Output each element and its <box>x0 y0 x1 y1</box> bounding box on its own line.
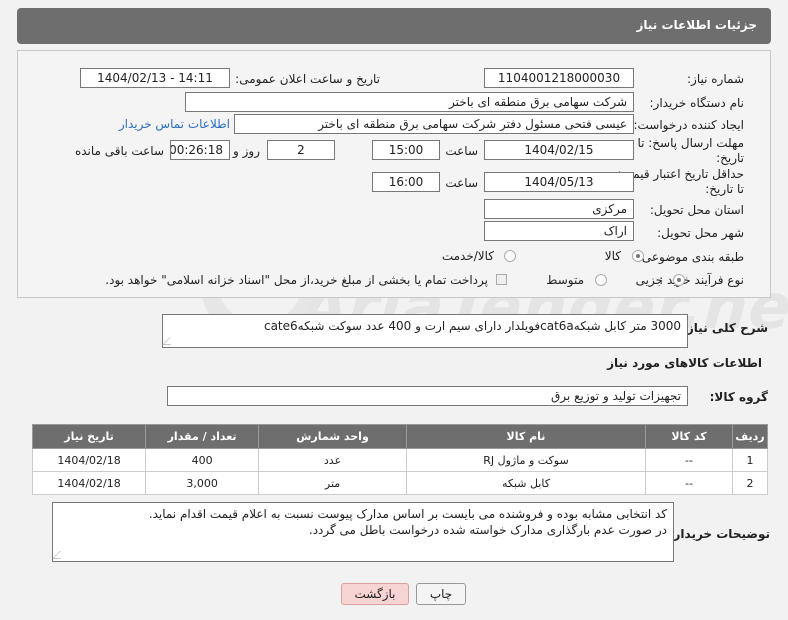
city-label: شهر محل تحویل: <box>657 226 744 240</box>
column-header: واحد شمارش <box>258 424 407 449</box>
table-cell: 2 <box>731 471 769 495</box>
payment-note: پرداخت تمام یا بخشی از مبلغ خرید،از محل … <box>105 273 488 287</box>
need-number-label: شماره نیاز: <box>687 72 744 86</box>
price-time-field: 16:00 <box>372 172 440 192</box>
summary-textarea: 3000 متر کابل شبکهcat6aفویلدار دارای سیم… <box>162 314 688 348</box>
category-radio-goods-service[interactable] <box>504 250 516 262</box>
summary-text: 3000 متر کابل شبکهcat6aفویلدار دارای سیم… <box>263 319 681 333</box>
process-radio-minor[interactable] <box>673 274 685 286</box>
resize-handle-icon[interactable] <box>52 551 68 559</box>
creator-label: ایجاد کننده درخواست: <box>633 118 744 132</box>
summary-label: شرح کلی نیاز: <box>682 321 768 335</box>
table-row: 1 -- سوکت و ماژول RJ عدد 400 1404/02/18 <box>31 448 769 472</box>
category-option-goods-service: کالا/خدمت <box>441 249 494 263</box>
column-header: تاریخ نیاز <box>31 424 147 449</box>
city-field: اراک <box>484 221 634 241</box>
buyer-org-label: نام دستگاه خریدار: <box>649 96 745 110</box>
table-cell: متر <box>258 471 407 495</box>
buyer-notes-textarea: کد انتخابی مشابه بوده و فروشنده می بایست… <box>52 502 674 562</box>
column-header: تعداد / مقدار <box>145 424 260 449</box>
table-cell: 1 <box>731 448 769 472</box>
reply-deadline-label: مهلت ارسال پاسخ: تا تاریخ: <box>637 136 744 165</box>
category-label: طبقه بندی موضوعی: <box>637 250 744 264</box>
remaining-label: ساعت باقی مانده <box>74 144 164 158</box>
category-radio-goods[interactable] <box>632 250 644 262</box>
column-header: کد کالا <box>645 424 733 449</box>
process-option-minor: جزیی <box>635 273 663 287</box>
resize-handle-icon[interactable] <box>162 337 178 345</box>
column-header: ردیف <box>731 424 769 449</box>
reply-time-field: 15:00 <box>372 140 440 160</box>
process-radio-medium[interactable] <box>595 274 607 286</box>
column-header: نام کالا <box>405 424 647 449</box>
price-date-field: 1404/05/13 <box>484 172 634 192</box>
process-option-medium: متوسط <box>546 273 584 287</box>
buyer-notes-label: توضیحات خریدار: <box>668 527 770 541</box>
goods-group-field: تجهیزات تولید و توزیع برق <box>167 386 688 406</box>
table-cell: 1404/02/18 <box>31 471 147 495</box>
buyer-contact-link[interactable]: اطلاعات تماس خریدار <box>119 117 230 131</box>
category-option-goods: کالا <box>604 249 621 263</box>
page-header: جزئیات اطلاعات نیاز <box>17 8 771 44</box>
remaining-days-field: 2 <box>267 140 335 160</box>
payment-checkbox[interactable] <box>496 274 507 285</box>
announce-label: تاریخ و ساعت اعلان عمومی: <box>235 72 380 86</box>
buyer-notes-line-1: کد انتخابی مشابه بوده و فروشنده می بایست… <box>148 507 667 521</box>
table-cell: کابل شبکه <box>405 471 647 495</box>
goods-section-title: اطلاعات کالاهای مورد نیاز <box>607 356 762 370</box>
remaining-time-field: 00:26:18 <box>170 140 230 160</box>
table-cell: عدد <box>258 448 407 472</box>
process-label: نوع فرآیند خرید : <box>659 273 744 287</box>
table-header-row: ردیف کد کالا نام کالا واحد شمارش تعداد /… <box>31 424 769 449</box>
buyer-org-field: شرکت سهامی برق منطقه ای باختر <box>185 92 634 112</box>
price-time-label: ساعت <box>445 176 478 190</box>
goods-group-label: گروه کالا: <box>709 390 768 404</box>
table-row: 2 -- کابل شبکه متر 3,000 1404/02/18 <box>31 471 769 495</box>
province-label: استان محل تحویل: <box>649 203 744 217</box>
buyer-notes-line-2: در صورت عدم بارگذاری مدارک خواسته شده در… <box>308 523 667 537</box>
table-cell: -- <box>645 448 733 472</box>
province-field: مرکزی <box>484 199 634 219</box>
page-title: جزئیات اطلاعات نیاز <box>636 18 757 32</box>
reply-time-label: ساعت <box>445 144 478 158</box>
creator-field: عیسی فتحی مسئول دفتر شرکت سهامی برق منطق… <box>234 114 634 134</box>
table-cell: 3,000 <box>145 471 260 495</box>
table-cell: -- <box>645 471 733 495</box>
goods-table: ردیف کد کالا نام کالا واحد شمارش تعداد /… <box>31 424 769 495</box>
days-label: روز و <box>233 144 260 158</box>
table-cell: 1404/02/18 <box>31 448 147 472</box>
reply-date-field: 1404/02/15 <box>484 140 634 160</box>
table-cell: 400 <box>145 448 260 472</box>
print-button[interactable]: چاپ <box>416 583 466 605</box>
announce-field: 1404/02/13 - 14:11 <box>80 68 230 88</box>
need-number-field: 1104001218000030 <box>484 68 634 88</box>
table-cell: سوکت و ماژول RJ <box>405 448 647 472</box>
back-button[interactable]: بازگشت <box>341 583 409 605</box>
